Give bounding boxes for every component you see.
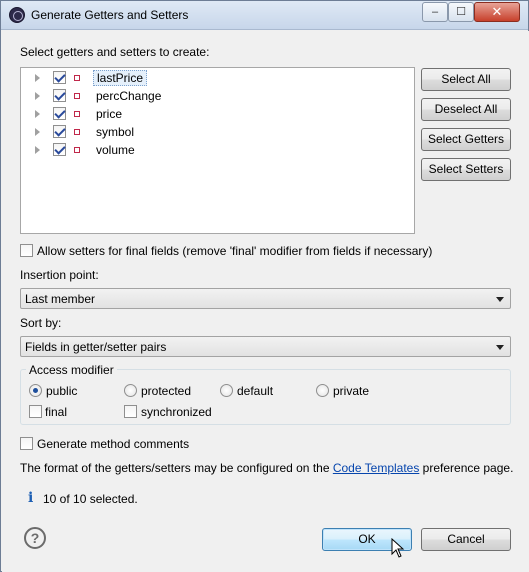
tree-item-label[interactable]: lastPrice (93, 70, 148, 86)
maximize-button[interactable]: ☐ (448, 2, 474, 22)
chevron-down-icon (496, 297, 504, 302)
insertion-point-value: Last member (25, 292, 96, 306)
prompt-label: Select getters and setters to create: (20, 45, 210, 59)
window-title: Generate Getters and Setters (31, 8, 189, 22)
mouse-cursor-icon (391, 538, 405, 558)
config-hint-after: preference page. (419, 461, 514, 475)
sort-by-label: Sort by: (20, 316, 62, 330)
tree-item-label[interactable]: percChange (96, 89, 161, 103)
expand-arrow-icon[interactable] (35, 110, 40, 118)
info-icon: i (28, 490, 34, 506)
minimize-button[interactable]: – (422, 2, 448, 22)
chevron-down-icon (496, 345, 504, 350)
status-message: 10 of 10 selected. (43, 492, 138, 506)
expand-arrow-icon[interactable] (35, 92, 40, 100)
close-button[interactable]: ✕ (474, 2, 520, 22)
select-all-button[interactable]: Select All (421, 68, 511, 91)
eclipse-app-icon (9, 7, 25, 23)
radio-public[interactable] (29, 384, 42, 397)
help-icon[interactable]: ? (24, 527, 46, 549)
tree-row[interactable]: volume (21, 141, 414, 159)
generate-comments-checkbox[interactable] (20, 437, 33, 450)
insertion-point-select[interactable]: Last member (20, 288, 511, 309)
checkbox[interactable] (53, 107, 66, 120)
synchronized-label[interactable]: synchronized (141, 405, 212, 419)
insertion-point-label: Insertion point: (20, 268, 99, 282)
synchronized-checkbox[interactable] (124, 405, 137, 418)
final-label[interactable]: final (45, 405, 67, 419)
tree-row[interactable]: percChange (21, 87, 414, 105)
radio-private-label[interactable]: private (333, 384, 369, 398)
radio-default-label[interactable]: default (237, 384, 273, 398)
deselect-all-button[interactable]: Deselect All (421, 98, 511, 121)
radio-protected-label[interactable]: protected (141, 384, 191, 398)
select-setters-button[interactable]: Select Setters (421, 158, 511, 181)
code-templates-link[interactable]: Code Templates (333, 461, 420, 475)
private-field-icon (74, 75, 80, 81)
checkbox[interactable] (53, 89, 66, 102)
radio-public-label[interactable]: public (46, 384, 77, 398)
checkbox[interactable] (53, 125, 66, 138)
radio-default[interactable] (220, 384, 233, 397)
expand-arrow-icon[interactable] (35, 74, 40, 82)
tree-item-label[interactable]: volume (96, 143, 135, 157)
sort-by-select[interactable]: Fields in getter/setter pairs (20, 336, 511, 357)
access-modifier-title: Access modifier (26, 363, 117, 377)
tree-row[interactable]: lastPrice (21, 69, 414, 87)
checkbox[interactable] (53, 143, 66, 156)
fields-tree[interactable]: lastPrice percChange price symbol volume (20, 67, 415, 234)
tree-item-label[interactable]: symbol (96, 125, 134, 139)
tree-row[interactable]: price (21, 105, 414, 123)
cancel-button[interactable]: Cancel (421, 528, 511, 551)
final-checkbox[interactable] (29, 405, 42, 418)
tree-row[interactable]: symbol (21, 123, 414, 141)
sort-by-value: Fields in getter/setter pairs (25, 340, 167, 354)
tree-item-label[interactable]: price (96, 107, 122, 121)
config-hint-before: The format of the getters/setters may be… (20, 461, 333, 475)
select-getters-button[interactable]: Select Getters (421, 128, 511, 151)
private-field-icon (74, 111, 80, 117)
expand-arrow-icon[interactable] (35, 128, 40, 136)
radio-private[interactable] (316, 384, 329, 397)
private-field-icon (74, 147, 80, 153)
private-field-icon (74, 129, 80, 135)
dialog-window: Generate Getters and Setters – ☐ ✕ Selec… (0, 0, 529, 572)
allow-setters-label[interactable]: Allow setters for final fields (remove '… (37, 244, 432, 258)
checkbox[interactable] (53, 71, 66, 84)
allow-setters-checkbox[interactable] (20, 244, 33, 257)
radio-protected[interactable] (124, 384, 137, 397)
dialog-content: Select getters and setters to create: la… (2, 31, 529, 572)
generate-comments-label[interactable]: Generate method comments (37, 437, 189, 451)
expand-arrow-icon[interactable] (35, 146, 40, 154)
config-hint-text: The format of the getters/setters may be… (20, 461, 513, 475)
private-field-icon (74, 93, 80, 99)
title-bar[interactable]: Generate Getters and Setters – ☐ ✕ (1, 1, 528, 30)
